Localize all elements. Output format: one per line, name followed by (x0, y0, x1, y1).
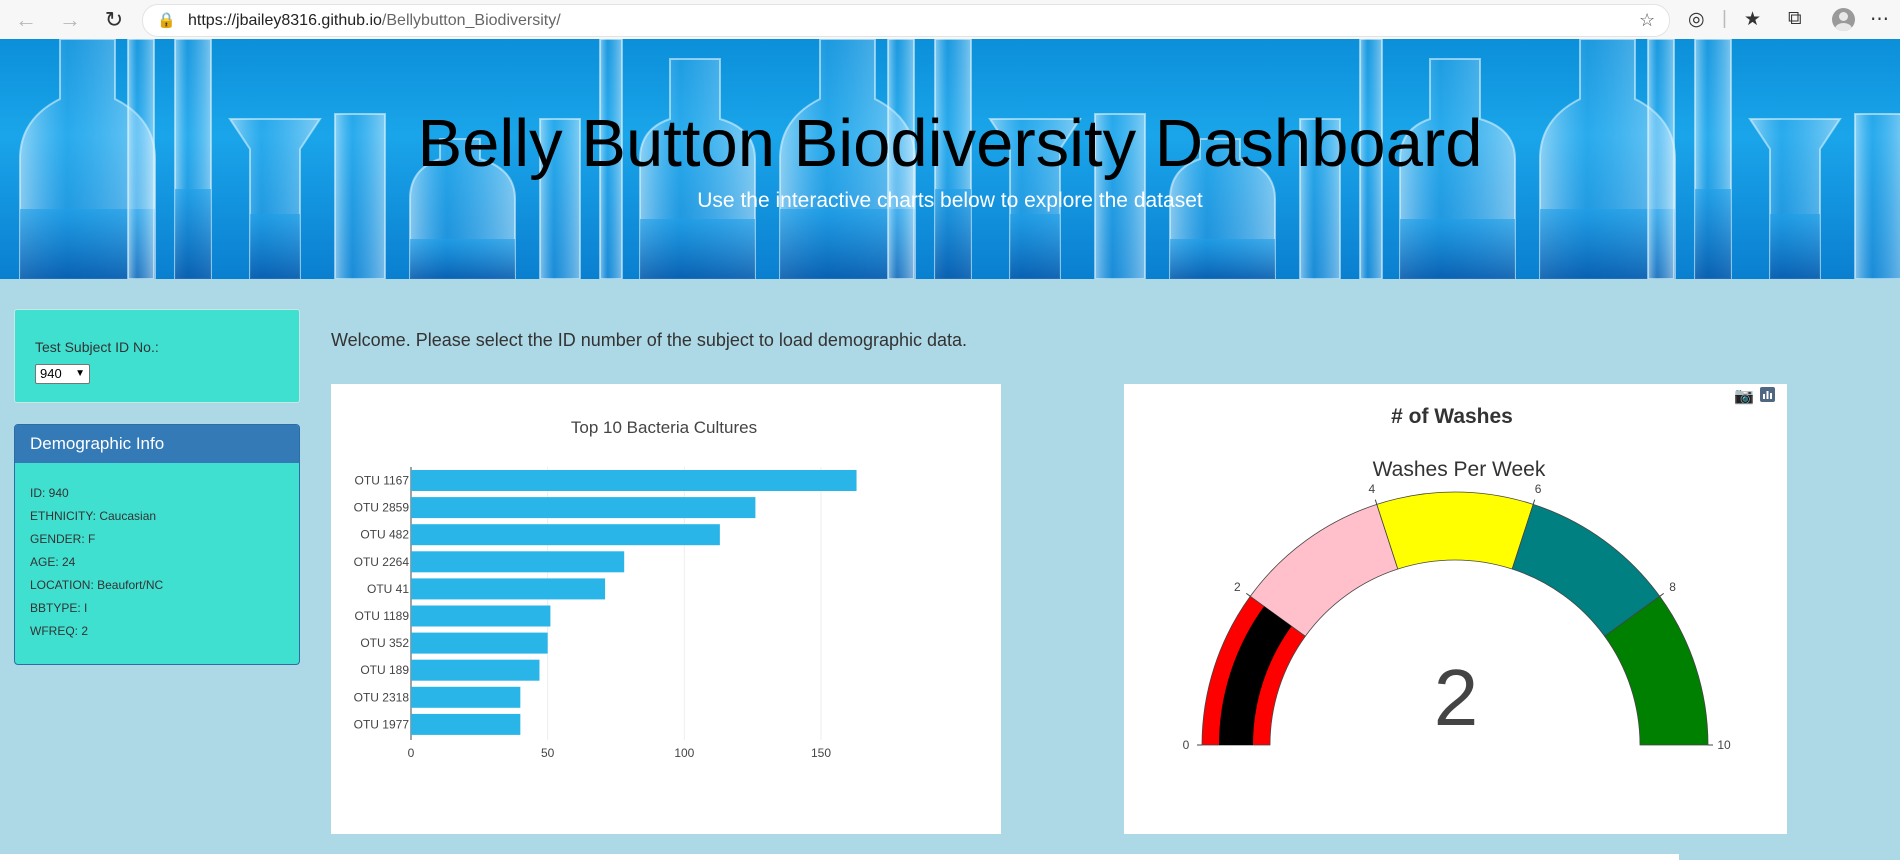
more-menu-icon[interactable]: ⋯ (1870, 8, 1889, 31)
bar-mark[interactable] (411, 632, 548, 654)
bar-category-label: OTU 41 (367, 582, 409, 596)
bar-chart[interactable]: Top 10 Bacteria Cultures OTU 1167 OTU 285… (331, 384, 1001, 834)
toolbar-divider: | (1722, 8, 1727, 29)
browser-toolbar: ← → ↻ 🔒 https://jbailey8316.github.io/Be… (0, 0, 1900, 40)
bar-category-label: OTU 189 (360, 663, 409, 677)
gauge-chart[interactable]: # of Washes Washes Per Week 0 2 4 6 8 10 2 (1124, 384, 1787, 834)
gauge-tick-label: 6 (1535, 482, 1542, 496)
gauge-step (1376, 491, 1534, 570)
plotly-logo-icon[interactable] (1760, 387, 1775, 402)
gauge-tick-label: 10 (1717, 738, 1731, 752)
bar-mark[interactable] (411, 686, 521, 708)
bar-mark[interactable] (411, 524, 720, 546)
bar-x-tick-label: 150 (811, 746, 831, 760)
demo-gender: GENDER: F (30, 532, 96, 546)
gauge-chart-panel: # of Washes Washes Per Week 0 2 4 6 8 10 2 📷 (1124, 384, 1787, 834)
gauge-tick (1374, 499, 1378, 505)
demographic-info-list: ID: 940 ETHNICITY: Caucasian GENDER: F A… (30, 486, 163, 647)
bar-category-label: OTU 352 (360, 636, 409, 650)
bar-category-label: OTU 2859 (354, 501, 410, 515)
gauge-tick-label: 0 (1183, 738, 1190, 752)
bar-mark[interactable] (411, 551, 625, 573)
bar-mark[interactable] (411, 713, 521, 735)
collections-icon[interactable]: ⧉ (1788, 8, 1802, 30)
bar-x-tick-label: 100 (674, 746, 694, 760)
subject-id-selected: 940 (40, 366, 62, 381)
subject-selector-label: Test Subject ID No.: (35, 339, 159, 355)
demographic-info-panel: Demographic Info ID: 940 ETHNICITY: Cauc… (14, 424, 300, 665)
gauge-tick-label: 2 (1234, 580, 1241, 594)
gauge-value: 2 (1434, 653, 1479, 742)
demo-age: AGE: 24 (30, 555, 76, 569)
hero-banner: Belly Button Biodiversity Dashboard Use … (0, 39, 1900, 279)
bar-chart-panel: Top 10 Bacteria Cultures OTU 1167 OTU 285… (331, 384, 1001, 834)
bar-chart-title: Top 10 Bacteria Cultures (571, 418, 757, 437)
refresh-icon[interactable]: ↻ (100, 6, 128, 34)
bar-x-tick-label: 50 (541, 746, 555, 760)
favorites-icon[interactable]: ★ (1744, 8, 1761, 31)
lock-icon: 🔒 (157, 12, 176, 29)
page-subtitle: Use the interactive charts below to expl… (697, 189, 1203, 212)
bar-category-label: OTU 2264 (354, 555, 410, 569)
immersive-reader-icon[interactable]: ◎ (1688, 8, 1705, 31)
bar-mark[interactable] (411, 578, 606, 600)
bar-mark[interactable] (411, 497, 756, 519)
gauge-title: # of Washes (1391, 405, 1513, 428)
bar-category-label: OTU 482 (360, 528, 409, 542)
url-text[interactable]: https://jbailey8316.github.io/Bellybutto… (188, 12, 561, 30)
bar-mark[interactable] (411, 659, 540, 681)
gauge-tick (1532, 499, 1536, 505)
bar-category-label: OTU 1977 (354, 717, 410, 731)
demo-bbtype: BBTYPE: I (30, 601, 88, 615)
gauge-subtitle: Washes Per Week (1373, 458, 1546, 481)
bar-mark[interactable] (411, 605, 551, 627)
address-bar[interactable]: 🔒 https://jbailey8316.github.io/Bellybut… (142, 4, 1670, 37)
demo-id: ID: 940 (30, 486, 69, 500)
bar-x-tick-label: 0 (408, 746, 415, 760)
demo-ethnicity: ETHNICITY: Caucasian (30, 509, 157, 523)
forward-arrow-icon[interactable]: → (56, 6, 84, 34)
chevron-down-icon: ▼ (75, 368, 85, 379)
back-arrow-icon[interactable]: ← (12, 6, 40, 34)
welcome-message: Welcome. Please select the ID number of … (331, 330, 968, 350)
bottom-panel-edge (0, 854, 1679, 860)
gauge-tick (1245, 592, 1251, 597)
bar-category-label: OTU 1189 (355, 609, 410, 623)
bar-category-label: OTU 1167 (355, 474, 410, 488)
profile-avatar[interactable] (1832, 8, 1855, 31)
subject-selector-panel: Test Subject ID No.: 940 ▼ (14, 309, 300, 403)
demo-wfreq: WFREQ: 2 (30, 624, 89, 638)
gauge-tick-label: 8 (1669, 580, 1676, 594)
add-favorite-icon[interactable]: ☆ (1639, 10, 1655, 31)
gauge-tick (1659, 592, 1665, 597)
gauge-tick-label: 4 (1369, 482, 1376, 496)
page-title: Belly Button Biodiversity Dashboard (417, 106, 1483, 181)
demographic-info-heading: Demographic Info (15, 425, 299, 463)
subject-id-dropdown[interactable]: 940 ▼ (35, 364, 90, 384)
camera-icon[interactable]: 📷 (1734, 386, 1754, 406)
bar-mark[interactable] (411, 470, 857, 491)
demo-location: LOCATION: Beaufort/NC (30, 578, 164, 592)
bar-category-label: OTU 2318 (354, 690, 410, 704)
